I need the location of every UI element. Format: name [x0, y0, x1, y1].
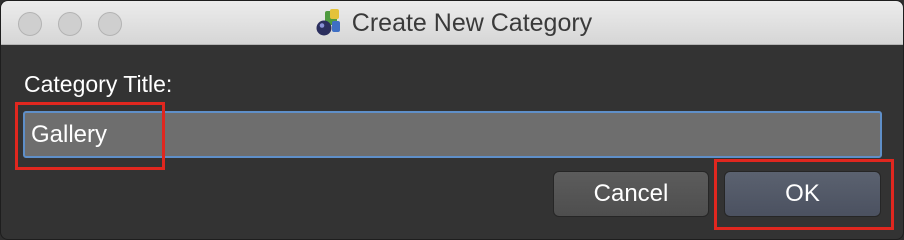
cancel-button-label: Cancel [593, 180, 669, 207]
title-bar: Create New Category [1, 1, 903, 45]
title-group: Create New Category [1, 1, 903, 45]
category-title-input[interactable] [23, 111, 882, 158]
ok-button[interactable]: OK [724, 171, 881, 217]
app-icon [316, 9, 340, 36]
dialog-window: Create New Category Category Title: Canc… [0, 0, 904, 240]
window-title: Create New Category [351, 9, 593, 37]
ok-button-label: OK [785, 180, 820, 207]
category-title-label: Category Title: [24, 71, 173, 97]
cancel-button[interactable]: Cancel [553, 171, 709, 217]
